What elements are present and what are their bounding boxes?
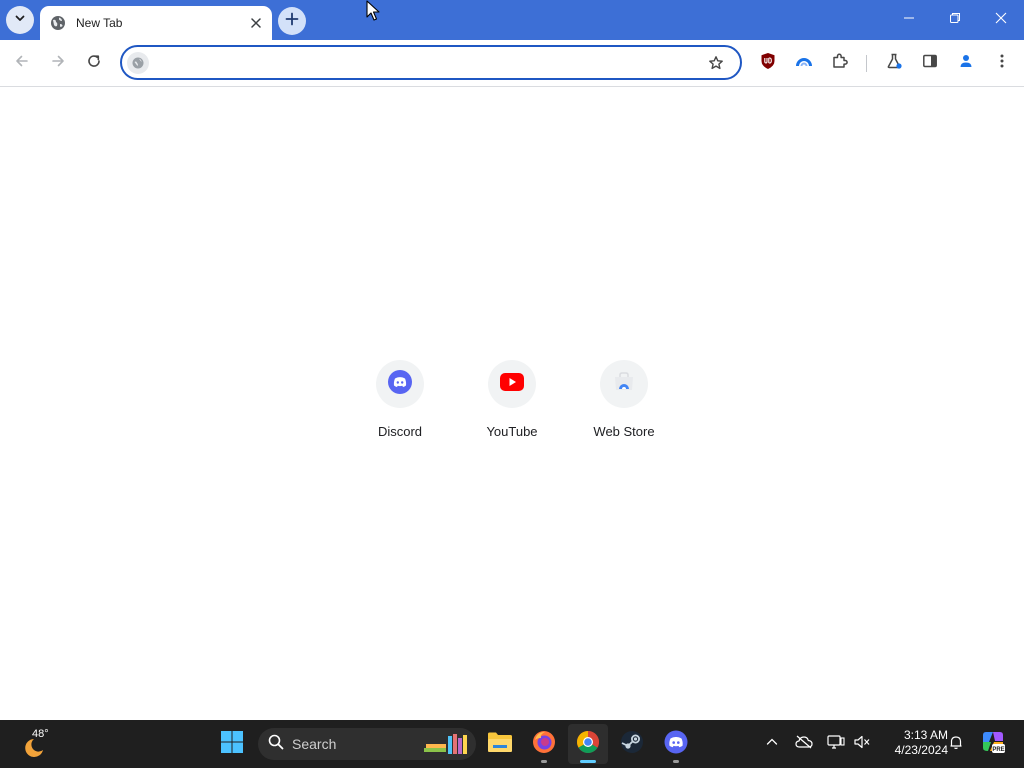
puzzle-piece-icon <box>831 52 849 75</box>
copilot-button[interactable]: PRE <box>978 728 1008 760</box>
browser-toolbar <box>0 40 1024 87</box>
reload-button[interactable] <box>79 48 109 78</box>
notifications-button[interactable] <box>942 728 970 760</box>
toolbar-divider <box>866 55 867 72</box>
shortcut-youtube[interactable]: YouTube <box>456 360 568 460</box>
rainbow-extension-icon <box>795 52 813 75</box>
shortcut-icon-tile <box>376 360 424 408</box>
close-icon[interactable] <box>248 15 264 31</box>
bell-icon <box>948 734 964 755</box>
tab-new-tab[interactable]: New Tab <box>40 6 272 40</box>
new-tab-page: Discord YouTube Web Store <box>0 88 1024 720</box>
svg-text:PRE: PRE <box>992 747 1004 753</box>
site-info-icon[interactable] <box>127 51 149 74</box>
minimize-button[interactable] <box>886 0 932 40</box>
running-indicator <box>541 760 547 763</box>
back-button[interactable] <box>7 48 37 78</box>
profile-button[interactable] <box>951 48 981 78</box>
shortcut-discord[interactable]: Discord <box>344 360 456 460</box>
ublock-origin-icon <box>760 52 776 75</box>
show-hidden-icons-button[interactable] <box>758 728 786 760</box>
copilot-pre-icon: PRE <box>980 729 1006 760</box>
new-tab-button[interactable] <box>278 7 306 35</box>
address-input[interactable] <box>149 47 704 78</box>
close-window-button[interactable] <box>978 0 1024 40</box>
weather-temperature: 48° <box>32 728 49 740</box>
menu-button[interactable] <box>987 48 1017 78</box>
search-label: Search <box>292 736 337 752</box>
start-button[interactable] <box>212 724 252 764</box>
tab-search-button[interactable] <box>6 6 34 34</box>
youtube-icon <box>500 372 524 396</box>
clock-date: 4/23/2024 <box>894 743 948 757</box>
weather-widget[interactable]: 48° <box>18 726 62 762</box>
shortcut-label: Discord <box>377 424 423 439</box>
more-vert-icon <box>994 53 1010 74</box>
side-panel-icon <box>922 53 938 74</box>
books-highlight-icon <box>422 730 472 763</box>
browser-titlebar: New Tab <box>0 0 1024 40</box>
onedrive-tray-button[interactable] <box>790 728 818 760</box>
chevron-down-icon <box>14 11 26 29</box>
shortcut-label: YouTube <box>486 424 538 439</box>
network-display-icon <box>827 734 845 755</box>
running-indicator <box>673 760 679 763</box>
restore-icon <box>949 11 961 29</box>
taskbar-steam[interactable] <box>612 724 652 764</box>
arrow-right-icon <box>50 53 66 74</box>
steam-icon <box>620 730 644 759</box>
shortcut-web-store[interactable]: Web Store <box>568 360 680 460</box>
taskbar-file-explorer[interactable] <box>480 724 520 764</box>
network-tray-button[interactable] <box>822 728 850 760</box>
taskbar-search-box[interactable]: Search <box>258 728 476 760</box>
running-indicator <box>580 760 596 763</box>
shortcut-icon-tile <box>600 360 648 408</box>
mouse-cursor-icon <box>366 0 380 27</box>
taskbar-clock[interactable]: 3:13 AM 4/23/2024 <box>878 728 948 760</box>
windows-taskbar: 48° Search 3:13 AM 4/23/2024 PRE <box>0 720 1024 768</box>
address-bar[interactable] <box>120 45 742 80</box>
moon-cloud-icon <box>20 736 46 765</box>
extension-button[interactable] <box>789 48 819 78</box>
cloud-off-icon <box>795 735 813 754</box>
discord-icon <box>664 730 688 759</box>
labs-button[interactable] <box>879 48 909 78</box>
discord-icon <box>388 369 412 399</box>
web-store-icon <box>612 370 636 399</box>
person-icon <box>958 53 974 74</box>
taskbar-firefox[interactable] <box>524 724 564 764</box>
forward-button[interactable] <box>43 48 73 78</box>
extensions-menu-button[interactable] <box>825 48 855 78</box>
chevron-up-icon <box>766 735 778 753</box>
taskbar-chrome[interactable] <box>568 724 608 764</box>
search-icon <box>268 734 284 755</box>
restore-button[interactable] <box>932 0 978 40</box>
clock-time: 3:13 AM <box>903 728 948 742</box>
flask-icon <box>885 52 903 75</box>
minimize-icon <box>903 11 915 29</box>
taskbar-discord[interactable] <box>656 724 696 764</box>
plus-icon <box>285 12 299 31</box>
side-panel-button[interactable] <box>915 48 945 78</box>
volume-tray-button[interactable] <box>848 728 876 760</box>
windows-start-icon <box>220 730 244 759</box>
speaker-muted-icon <box>853 734 871 755</box>
shortcut-icon-tile <box>488 360 536 408</box>
bookmark-star-icon[interactable] <box>704 51 728 75</box>
ublock-extension-button[interactable] <box>753 48 783 78</box>
globe-icon <box>50 15 66 31</box>
arrow-left-icon <box>14 53 30 74</box>
reload-icon <box>86 53 102 74</box>
tab-title: New Tab <box>76 16 123 30</box>
firefox-icon <box>532 730 556 759</box>
chrome-icon <box>576 730 600 759</box>
close-icon <box>995 11 1007 29</box>
file-explorer-icon <box>487 731 513 758</box>
shortcut-label: Web Store <box>593 424 655 439</box>
